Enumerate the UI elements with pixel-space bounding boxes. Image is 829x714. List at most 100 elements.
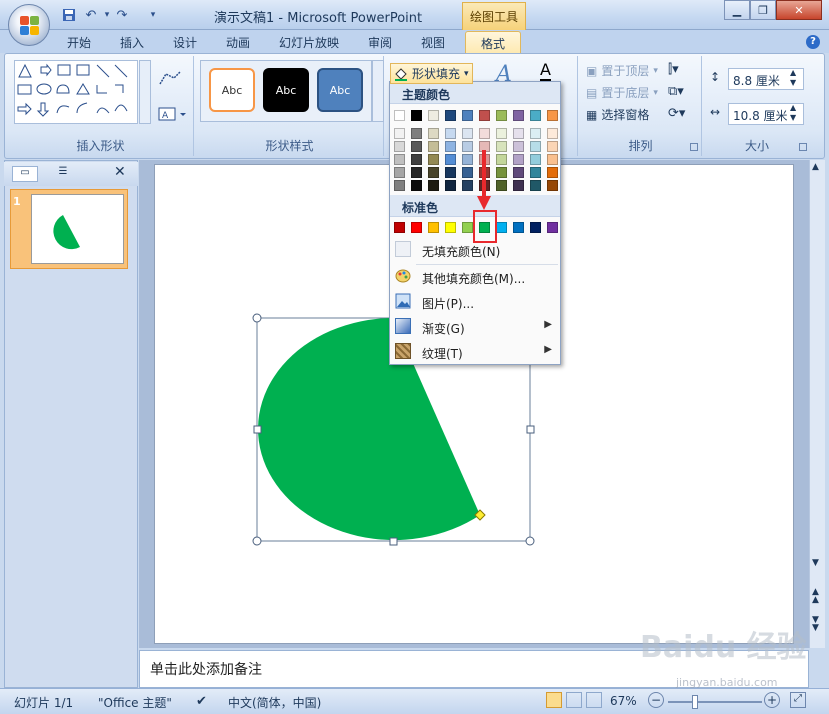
theme-color-swatch[interactable] <box>394 128 405 139</box>
theme-color-swatch[interactable] <box>462 141 473 152</box>
theme-color-swatch[interactable] <box>428 110 439 121</box>
theme-color-swatch[interactable] <box>496 180 507 191</box>
theme-color-swatch[interactable] <box>394 180 405 191</box>
gradient-fill-item[interactable]: 渐变(G) ▶ <box>390 315 560 339</box>
theme-color-swatch[interactable] <box>411 180 422 191</box>
scroll-up-icon[interactable]: ▲ <box>812 162 819 172</box>
tab-view[interactable]: 视图 <box>421 34 445 51</box>
tab-format[interactable]: 格式 <box>465 31 521 54</box>
theme-color-swatch[interactable] <box>428 167 439 178</box>
theme-color-swatch[interactable] <box>530 141 541 152</box>
selection-pane-button[interactable]: ▦ 选择窗格 <box>586 106 649 123</box>
theme-color-swatch[interactable] <box>428 128 439 139</box>
standard-color-swatch[interactable] <box>547 222 558 233</box>
theme-color-swatch[interactable] <box>496 141 507 152</box>
theme-color-swatch[interactable] <box>496 154 507 165</box>
zoom-slider[interactable] <box>668 701 762 703</box>
tab-insert[interactable]: 插入 <box>120 34 144 51</box>
theme-color-swatch[interactable] <box>462 167 473 178</box>
theme-color-swatch[interactable] <box>394 167 405 178</box>
tab-slideshow[interactable]: 幻灯片放映 <box>279 34 339 51</box>
theme-color-swatch[interactable] <box>445 110 456 121</box>
shape-fill-button[interactable]: 形状填充 ▾ <box>390 63 473 84</box>
redo-icon[interactable]: ↷ <box>113 6 131 24</box>
theme-color-swatch[interactable] <box>496 110 507 121</box>
theme-color-swatch[interactable] <box>411 128 422 139</box>
slide-thumbnail[interactable] <box>31 194 124 264</box>
shape-style-option[interactable]: Abc <box>209 68 255 112</box>
theme-color-swatch[interactable] <box>411 141 422 152</box>
launcher-icon[interactable] <box>690 143 698 151</box>
theme-color-swatch[interactable] <box>513 167 524 178</box>
standard-color-swatch[interactable] <box>428 222 439 233</box>
theme-color-swatch[interactable] <box>547 167 558 178</box>
theme-color-swatch[interactable] <box>462 180 473 191</box>
standard-color-swatch[interactable] <box>513 222 524 233</box>
text-box-icon[interactable]: A <box>158 106 188 122</box>
launcher-icon[interactable] <box>799 143 807 151</box>
theme-color-swatch[interactable] <box>513 154 524 165</box>
theme-color-swatch[interactable] <box>547 128 558 139</box>
help-icon[interactable]: ? <box>806 35 820 49</box>
standard-color-swatch[interactable] <box>394 222 405 233</box>
theme-color-swatch[interactable] <box>530 180 541 191</box>
slide-sorter-icon[interactable] <box>566 692 582 708</box>
theme-color-swatch[interactable] <box>513 141 524 152</box>
group-icon[interactable]: ⧉▾ <box>668 84 684 99</box>
theme-color-swatch[interactable] <box>530 128 541 139</box>
theme-color-swatch[interactable] <box>530 154 541 165</box>
office-button[interactable] <box>8 4 50 46</box>
slideshow-icon[interactable] <box>586 692 602 708</box>
tab-design[interactable]: 设计 <box>173 34 197 51</box>
theme-color-swatch[interactable] <box>445 167 456 178</box>
width-spinner[interactable]: ▲ ▼ <box>790 103 796 123</box>
text-fill-icon[interactable]: A <box>540 60 551 82</box>
theme-color-swatch[interactable] <box>394 141 405 152</box>
shape-styles-gallery[interactable]: Abc Abc Abc <box>200 60 372 122</box>
theme-color-swatch[interactable] <box>445 141 456 152</box>
theme-color-swatch[interactable] <box>479 110 490 121</box>
theme-color-swatch[interactable] <box>411 110 422 121</box>
theme-color-swatch[interactable] <box>530 167 541 178</box>
next-slide-icon[interactable]: ▼ ▼ <box>812 616 819 633</box>
standard-color-swatch[interactable] <box>411 222 422 233</box>
theme-color-swatch[interactable] <box>445 128 456 139</box>
standard-color-swatch[interactable] <box>496 222 507 233</box>
theme-color-swatch[interactable] <box>496 167 507 178</box>
restore-button[interactable]: ❐ <box>750 0 776 20</box>
zoom-level[interactable]: 67% <box>610 694 637 708</box>
shapes-gallery-scroll[interactable] <box>139 60 151 124</box>
close-button[interactable]: ✕ <box>776 0 822 20</box>
theme-color-swatch[interactable] <box>411 167 422 178</box>
align-icon[interactable]: ⫿▾ <box>668 62 679 77</box>
minimize-button[interactable]: ▁ <box>724 0 750 20</box>
shape-style-option[interactable]: Abc <box>317 68 363 112</box>
normal-view-icon[interactable] <box>546 692 562 708</box>
theme-color-swatch[interactable] <box>445 180 456 191</box>
theme-color-swatch[interactable] <box>394 110 405 121</box>
theme-color-swatch[interactable] <box>530 110 541 121</box>
theme-color-swatch[interactable] <box>428 141 439 152</box>
theme-color-swatch[interactable] <box>428 154 439 165</box>
shape-styles-scroll[interactable] <box>372 60 384 122</box>
theme-color-swatch[interactable] <box>462 154 473 165</box>
close-pane-icon[interactable]: ✕ <box>114 164 126 180</box>
theme-color-swatch[interactable] <box>479 128 490 139</box>
theme-color-swatch[interactable] <box>547 154 558 165</box>
outline-tab-icon[interactable]: ☰ <box>50 166 76 182</box>
height-spinner[interactable]: ▲ ▼ <box>790 68 796 88</box>
theme-color-swatch[interactable] <box>496 128 507 139</box>
theme-color-swatch[interactable] <box>513 180 524 191</box>
texture-fill-item[interactable]: 纹理(T) ▶ <box>390 340 560 364</box>
theme-color-swatch[interactable] <box>513 110 524 121</box>
picture-fill-item[interactable]: 图片(P)... <box>390 290 560 314</box>
theme-color-swatch[interactable] <box>462 128 473 139</box>
standard-color-swatch[interactable] <box>462 222 473 233</box>
edit-shape-icon[interactable] <box>158 70 182 88</box>
zoom-slider-thumb[interactable] <box>692 695 698 709</box>
theme-color-swatch[interactable] <box>513 128 524 139</box>
language-indicator[interactable]: 中文(简体，中国) <box>228 694 321 711</box>
send-to-back-button[interactable]: ▤ 置于底层 ▾ <box>586 84 658 101</box>
standard-color-swatch[interactable] <box>445 222 456 233</box>
rotate-icon[interactable]: ⟳▾ <box>668 106 685 121</box>
